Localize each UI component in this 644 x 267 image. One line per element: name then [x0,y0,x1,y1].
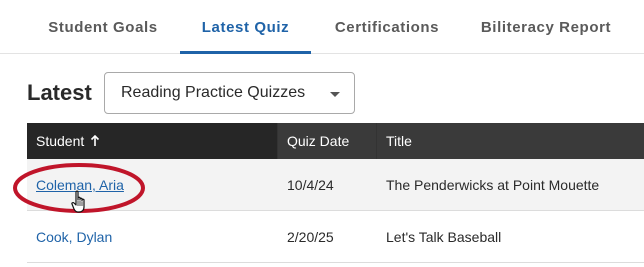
student-link-cook-dylan[interactable]: Cook, Dylan [36,229,112,245]
tab-certifications[interactable]: Certifications [316,0,458,54]
sort-ascending-icon [90,135,100,147]
column-header-label: Quiz Date [287,133,350,149]
title-cell: The Penderwicks at Point Mouette [386,177,600,193]
tab-student-goals[interactable]: Student Goals [30,0,176,54]
column-header-label: Student [36,133,85,149]
student-link-coleman-aria[interactable]: Coleman, Aria [36,177,124,193]
tab-latest-quiz[interactable]: Latest Quiz [180,0,311,54]
quiz-table: Student Quiz Date Title Coleman, Aria 10… [27,123,644,263]
student-cell: Coleman, Aria [36,159,124,211]
column-header-quiz-date[interactable]: Quiz Date [278,123,376,159]
active-tab-indicator [180,51,311,54]
title-cell: Let's Talk Baseball [386,229,502,245]
table-row: Coleman, Aria 10/4/24 The Penderwicks at… [27,159,644,211]
student-cell: Cook, Dylan [36,211,112,263]
column-header-student[interactable]: Student [27,123,277,159]
tab-biliteracy-report[interactable]: Biliteracy Report [462,0,630,54]
section-title: Latest [27,80,92,105]
column-header-label: Title [386,133,412,149]
quiz-date-cell: 2/20/25 [287,229,334,245]
table-header: Student Quiz Date Title [27,123,644,159]
quiz-type-dropdown[interactable]: Reading Practice Quizzes [104,72,355,114]
table-row: Cook, Dylan 2/20/25 Let's Talk Baseball [27,211,644,263]
caret-down-icon [330,92,340,97]
dropdown-selected-value: Reading Practice Quizzes [121,84,306,101]
tab-bar: Student Goals Latest Quiz Certifications… [0,0,644,54]
column-header-title[interactable]: Title [377,123,644,159]
quiz-date-cell: 10/4/24 [287,177,334,193]
